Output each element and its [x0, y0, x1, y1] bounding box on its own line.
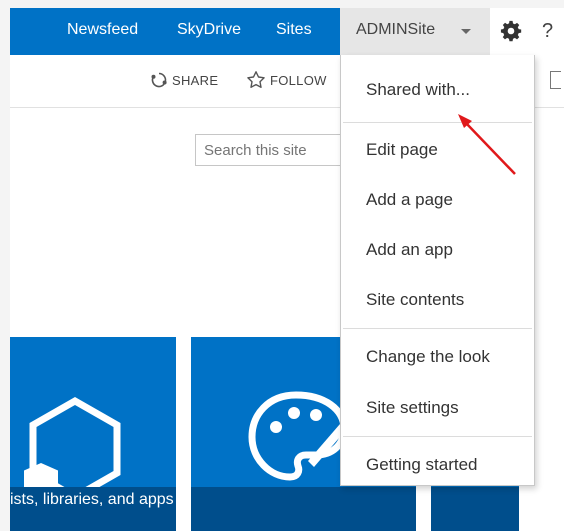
- menu-item-label: Site settings: [366, 398, 459, 417]
- menu-item-label: Edit page: [366, 140, 438, 159]
- focus-icon[interactable]: [550, 71, 561, 89]
- help-icon: ?: [542, 20, 554, 42]
- menu-item-label: Site contents: [366, 290, 465, 309]
- tile-lists-libraries[interactable]: ists, libraries, and apps: [10, 337, 176, 531]
- menu-item-change-look[interactable]: Change the look: [341, 337, 534, 377]
- menu-divider: [343, 436, 532, 437]
- menu-item-edit-page[interactable]: Edit page: [341, 130, 534, 170]
- nav-newsfeed[interactable]: Newsfeed: [67, 21, 138, 39]
- menu-item-label: Getting started: [366, 455, 478, 474]
- share-icon: [151, 72, 167, 88]
- settings-menu: Shared with... Edit page Add a page Add …: [340, 55, 535, 486]
- menu-item-label: Add an app: [366, 240, 453, 259]
- menu-item-label: Shared with...: [366, 80, 470, 99]
- site-menu-label: ADMINSite: [356, 21, 436, 38]
- share-button[interactable]: SHARE: [172, 73, 218, 88]
- suite-bar: Newsfeed SkyDrive Sites ADMINSite ?: [10, 8, 564, 55]
- menu-divider: [343, 122, 532, 123]
- star-icon: [247, 71, 265, 88]
- menu-item-getting-started[interactable]: Getting started: [341, 445, 534, 485]
- menu-item-shared-with[interactable]: Shared with...: [341, 70, 534, 110]
- menu-divider: [343, 328, 532, 329]
- nav-skydrive[interactable]: SkyDrive: [177, 21, 241, 39]
- menu-item-label: Change the look: [366, 347, 490, 366]
- sharepoint-window: Newsfeed SkyDrive Sites ADMINSite ? SHAR…: [10, 8, 564, 531]
- menu-item-site-contents[interactable]: Site contents: [341, 280, 534, 320]
- menu-item-site-settings[interactable]: Site settings: [341, 388, 534, 428]
- tile-caption-bar: ists, libraries, and apps: [10, 487, 176, 531]
- tile-caption-bar: [431, 487, 519, 531]
- menu-item-add-app[interactable]: Add an app: [341, 230, 534, 270]
- nav-sites[interactable]: Sites: [276, 21, 312, 39]
- settings-button[interactable]: [490, 8, 532, 55]
- gear-icon: [500, 20, 522, 42]
- chevron-down-icon: [461, 29, 471, 34]
- tile-caption-bar: [191, 487, 416, 531]
- menu-item-add-page[interactable]: Add a page: [341, 180, 534, 220]
- site-menu-button[interactable]: ADMINSite: [340, 8, 490, 55]
- follow-button[interactable]: FOLLOW: [270, 73, 327, 88]
- help-button[interactable]: ?: [532, 8, 564, 55]
- tile-label: ists, libraries, and apps: [10, 491, 174, 508]
- menu-item-label: Add a page: [366, 190, 453, 209]
